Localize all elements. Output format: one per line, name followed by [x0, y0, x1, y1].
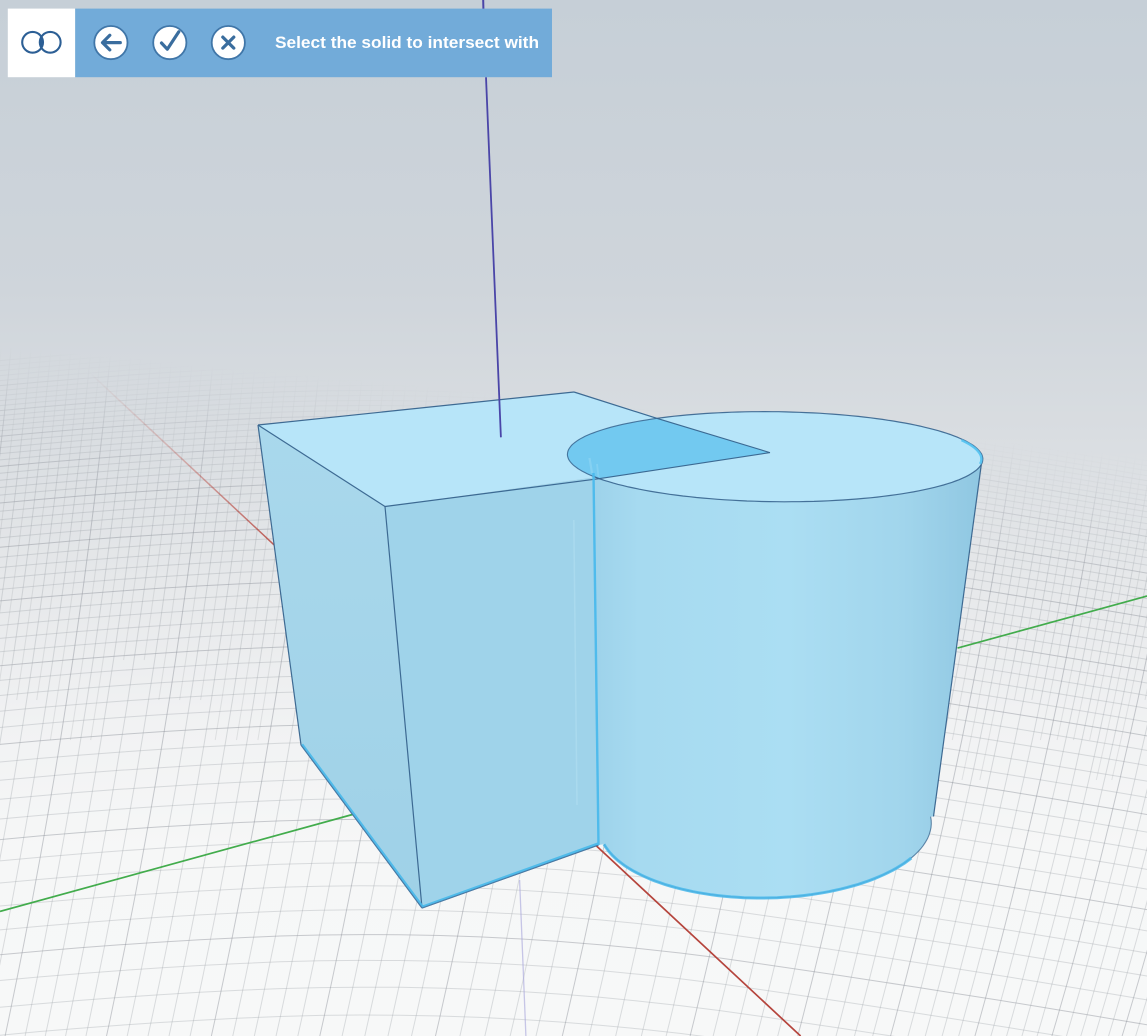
svg-text:Select the solid to intersect: Select the solid to intersect with: [275, 33, 539, 52]
